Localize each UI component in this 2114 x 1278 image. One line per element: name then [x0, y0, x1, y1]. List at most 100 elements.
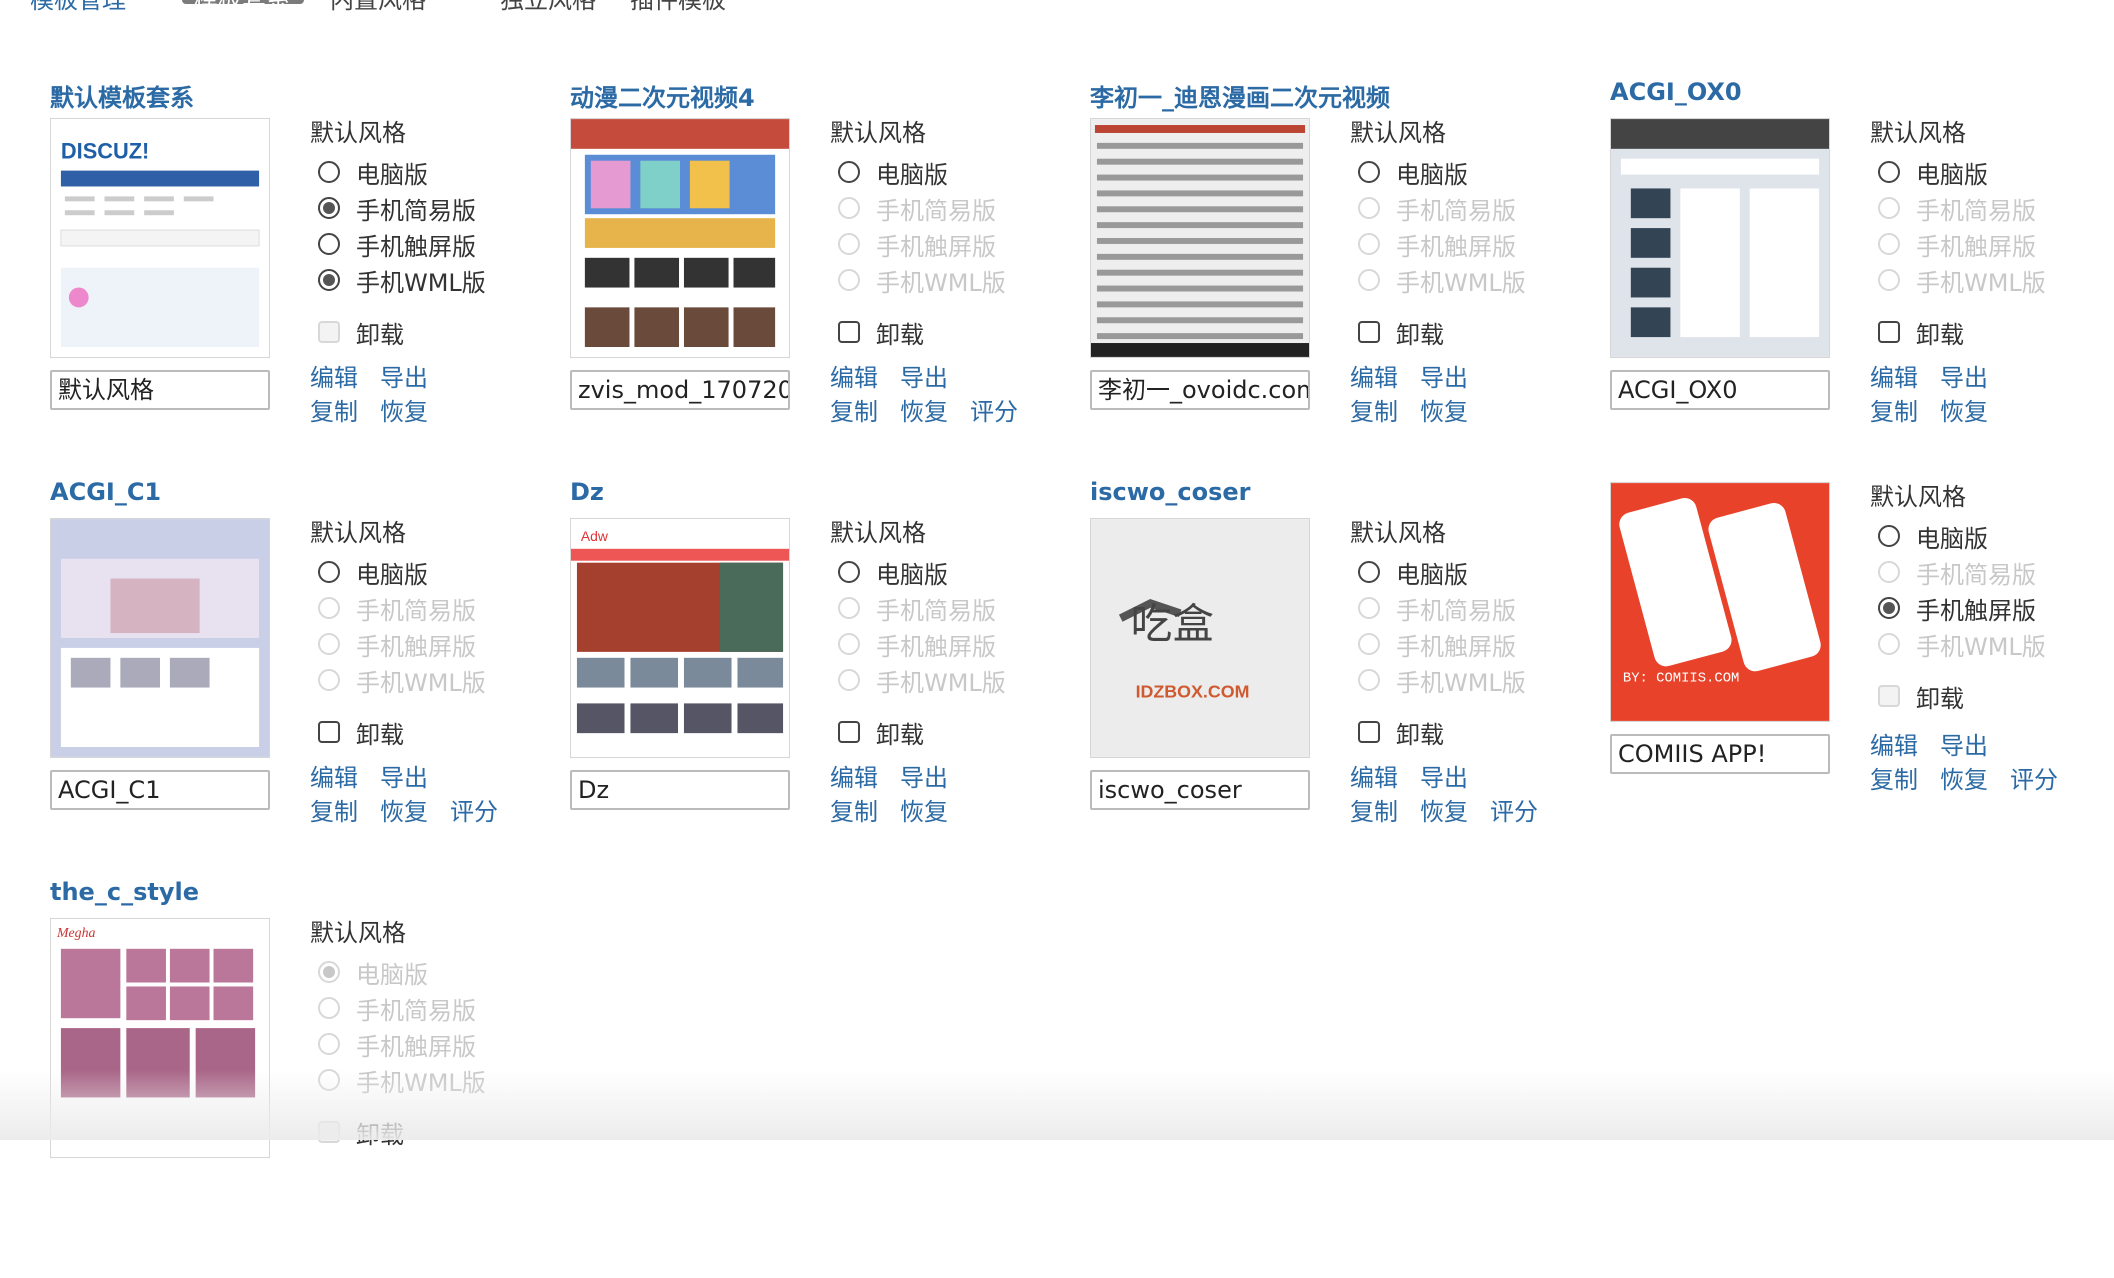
- breadcrumb-first[interactable]: 模板管理: [30, 0, 126, 15]
- template-title[interactable]: ACGI_OX0: [1610, 78, 1742, 106]
- edit-link[interactable]: 编辑: [1350, 764, 1398, 792]
- uninstall-row: 卸载: [1350, 314, 1610, 350]
- template-thumbnail[interactable]: [1610, 118, 1830, 358]
- edit-link[interactable]: 编辑: [830, 764, 878, 792]
- rate-link[interactable]: 评分: [970, 398, 1018, 426]
- tab-plugin-templates[interactable]: 插件模板: [630, 0, 726, 15]
- options-title: 默认风格: [1350, 519, 1446, 547]
- radio-button[interactable]: [1358, 561, 1380, 583]
- style-name-input[interactable]: ACGI_C1: [50, 770, 270, 810]
- radio-button[interactable]: [318, 233, 340, 255]
- radio-button[interactable]: [1878, 597, 1900, 619]
- restore-link[interactable]: 恢复: [1420, 798, 1468, 826]
- style-name-input[interactable]: 李初一_ovoidc.com: [1090, 370, 1310, 410]
- uninstall-checkbox[interactable]: [1878, 321, 1900, 343]
- tab-builtin-styles[interactable]: 内置风格: [330, 0, 426, 15]
- template-thumbnail[interactable]: 吃盒 IDZBOX.COM: [1090, 518, 1310, 758]
- copy-link[interactable]: 复制: [1870, 398, 1918, 426]
- rate-link[interactable]: 评分: [450, 798, 498, 826]
- export-link[interactable]: 导出: [1420, 764, 1468, 792]
- uninstall-checkbox: [318, 321, 340, 343]
- template-title[interactable]: iscwo_coser: [1090, 478, 1251, 506]
- style-name-input[interactable]: iscwo_coser: [1090, 770, 1310, 810]
- rate-link[interactable]: 评分: [1490, 798, 1538, 826]
- style-name-input[interactable]: zvis_mod_170720: [570, 370, 790, 410]
- option-row: 手机触屏版: [1350, 226, 1610, 262]
- rate-link[interactable]: 评分: [2010, 766, 2058, 794]
- uninstall-checkbox[interactable]: [1358, 321, 1380, 343]
- option-row: 手机触屏版: [830, 226, 1090, 262]
- style-name-input[interactable]: COMIIS APP!: [1610, 734, 1830, 774]
- export-link[interactable]: 导出: [900, 764, 948, 792]
- copy-link[interactable]: 复制: [830, 398, 878, 426]
- template-title[interactable]: ACGI_C1: [50, 478, 161, 506]
- uninstall-checkbox[interactable]: [1358, 721, 1380, 743]
- style-name-input[interactable]: Dz: [570, 770, 790, 810]
- uninstall-checkbox[interactable]: [838, 721, 860, 743]
- template-thumbnail[interactable]: BY: COMIIS.COM: [1610, 482, 1830, 722]
- radio-button[interactable]: [1878, 525, 1900, 547]
- edit-link[interactable]: 编辑: [310, 764, 358, 792]
- radio-button[interactable]: [1878, 161, 1900, 183]
- tab-standalone-styles[interactable]: 独立风格: [500, 0, 596, 15]
- option-row: 手机WML版: [1350, 262, 1610, 298]
- edit-link[interactable]: 编辑: [310, 364, 358, 392]
- template-title[interactable]: 动漫二次元视频4: [570, 78, 755, 113]
- uninstall-checkbox[interactable]: [838, 321, 860, 343]
- template-title[interactable]: Dz: [570, 478, 604, 506]
- copy-link[interactable]: 复制: [310, 398, 358, 426]
- template-thumbnail[interactable]: [50, 518, 270, 758]
- restore-link[interactable]: 恢复: [380, 798, 428, 826]
- restore-link[interactable]: 恢复: [900, 398, 948, 426]
- tab-template-sets[interactable]: 模板套系: [194, 0, 290, 15]
- export-link[interactable]: 导出: [1940, 364, 1988, 392]
- radio-button[interactable]: [318, 197, 340, 219]
- export-link[interactable]: 导出: [380, 364, 428, 392]
- restore-link[interactable]: 恢复: [1940, 398, 1988, 426]
- copy-link[interactable]: 复制: [830, 798, 878, 826]
- radio-button[interactable]: [838, 161, 860, 183]
- radio-button: [838, 633, 860, 655]
- radio-button[interactable]: [318, 269, 340, 291]
- restore-link[interactable]: 恢复: [380, 398, 428, 426]
- uninstall-row: 卸载: [310, 314, 570, 350]
- option-row: 手机触屏版: [310, 226, 570, 262]
- uninstall-checkbox[interactable]: [318, 721, 340, 743]
- copy-link[interactable]: 复制: [1350, 398, 1398, 426]
- template-title[interactable]: 默认模板套系: [50, 78, 194, 113]
- edit-link[interactable]: 编辑: [1870, 732, 1918, 760]
- uninstall-label: 卸载: [1396, 320, 1444, 349]
- radio-button[interactable]: [318, 561, 340, 583]
- radio-button[interactable]: [318, 161, 340, 183]
- copy-link[interactable]: 复制: [1350, 798, 1398, 826]
- template-thumbnail[interactable]: DISCUZ!: [50, 118, 270, 358]
- template-title[interactable]: 李初一_迪恩漫画二次元视频: [1090, 78, 1390, 113]
- option-row: 手机简易版: [830, 190, 1090, 226]
- options-title: 默认风格: [1870, 483, 1966, 511]
- style-options: 默认风格 电脑版 手机简易版 手机触屏版 手机WML版 卸载: [310, 518, 570, 750]
- option-row: 手机简易版: [310, 990, 570, 1026]
- template-thumbnail[interactable]: Adw: [570, 518, 790, 758]
- export-link[interactable]: 导出: [380, 764, 428, 792]
- style-name-input[interactable]: ACGI_OX0: [1610, 370, 1830, 410]
- edit-link[interactable]: 编辑: [1870, 364, 1918, 392]
- restore-link[interactable]: 恢复: [900, 798, 948, 826]
- template-title[interactable]: the_c_style: [50, 878, 199, 906]
- edit-link[interactable]: 编辑: [1350, 364, 1398, 392]
- radio-button[interactable]: [1358, 161, 1380, 183]
- style-name-input[interactable]: 默认风格: [50, 370, 270, 410]
- radio-button[interactable]: [838, 561, 860, 583]
- option-label: 手机简易版: [1916, 560, 2036, 589]
- export-link[interactable]: 导出: [900, 364, 948, 392]
- copy-link[interactable]: 复制: [310, 798, 358, 826]
- edit-link[interactable]: 编辑: [830, 364, 878, 392]
- radio-button: [1358, 669, 1380, 691]
- export-link[interactable]: 导出: [1420, 364, 1468, 392]
- template-thumbnail[interactable]: [570, 118, 790, 358]
- option-label: 手机WML版: [1396, 668, 1526, 697]
- restore-link[interactable]: 恢复: [1940, 766, 1988, 794]
- copy-link[interactable]: 复制: [1870, 766, 1918, 794]
- export-link[interactable]: 导出: [1940, 732, 1988, 760]
- restore-link[interactable]: 恢复: [1420, 398, 1468, 426]
- template-thumbnail[interactable]: [1090, 118, 1310, 358]
